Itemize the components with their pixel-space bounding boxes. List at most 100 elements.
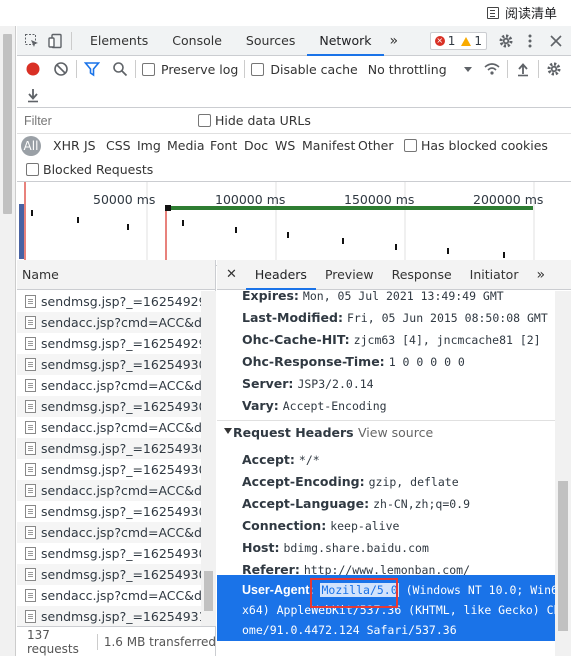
network-toolbar-row-2 <box>17 82 42 108</box>
tab-console[interactable]: Console <box>160 26 234 56</box>
request-name: sendmsg.jsp?_=16254930332( <box>41 441 201 456</box>
file-icon <box>25 463 36 476</box>
more-tabs-button[interactable]: » <box>384 26 405 56</box>
details-scrollbar[interactable] <box>555 291 571 656</box>
request-row[interactable]: sendmsg.jsp?_=16254930192( <box>17 396 201 417</box>
user-agent-line-3: ome/91.0.4472.124 Safari/537.36 <box>242 623 457 637</box>
request-row[interactable]: sendacc.jsp?cmd=ACC&did=( <box>17 522 201 543</box>
filter-row: Hide data URLs <box>17 108 571 134</box>
close-details-icon[interactable]: ✕ <box>217 260 246 290</box>
transferred-size: 1.6 MB transferred <box>103 634 216 649</box>
search-icon[interactable] <box>111 60 129 78</box>
clear-icon[interactable] <box>52 60 70 78</box>
page-scrollbar[interactable] <box>0 26 16 656</box>
filter-input[interactable] <box>21 111 184 131</box>
overview-tick-50000: 50000 ms <box>93 192 156 207</box>
response-header-row: Ohc-Cache-HIT: zjcm63 [4], jncmcache81 [2… <box>242 332 541 347</box>
details-tab-bar: ✕ Headers Preview Response Initiator » <box>217 260 571 290</box>
record-icon[interactable] <box>24 60 42 78</box>
response-header-row: Ohc-Response-Time: 1 0 0 0 0 0 <box>242 354 465 369</box>
issues-counter[interactable]: × 1 1 <box>429 32 487 50</box>
more-options-icon[interactable] <box>521 32 539 50</box>
error-count: 1 <box>447 34 456 48</box>
request-row[interactable]: sendacc.jsp?cmd=ACC&did=( <box>17 585 201 606</box>
request-row[interactable]: sendmsg.jsp?_=16254930052( <box>17 354 201 375</box>
view-source-link[interactable]: View source <box>358 425 433 440</box>
request-row[interactable]: sendmsg.jsp?_=16254931032( <box>17 606 201 626</box>
network-settings-gear-icon[interactable] <box>545 60 563 78</box>
request-name: sendacc.jsp?cmd=ACC&did=( <box>41 525 201 540</box>
request-row[interactable]: sendacc.jsp?cmd=ACC&did=( <box>17 480 201 501</box>
filter-type-manifest[interactable]: Manifest <box>302 138 355 153</box>
name-column-header[interactable]: Name <box>17 260 215 290</box>
tab-initiator[interactable]: Initiator <box>461 260 528 290</box>
throttling-select[interactable]: No throttling <box>368 62 447 77</box>
filter-type-doc[interactable]: Doc <box>244 138 268 153</box>
more-detail-tabs-button[interactable]: » <box>527 260 554 290</box>
overview-tick-100000: 100000 ms <box>215 192 286 207</box>
request-row[interactable]: sendmsg.jsp?_=16254929924( <box>17 333 201 354</box>
request-name: sendmsg.jsp?_=16254931032( <box>41 609 201 624</box>
request-name: sendmsg.jsp?_=16254930052( <box>41 357 201 372</box>
filter-type-ws[interactable]: WS <box>275 138 295 153</box>
response-header-row: Last-Modified: Fri, 05 Jun 2015 08:50:08 … <box>242 310 548 325</box>
request-name: sendacc.jsp?cmd=ACC&did=( <box>41 420 201 435</box>
overview-tick-150000: 150000 ms <box>344 192 415 207</box>
filter-type-css[interactable]: CSS <box>106 138 131 153</box>
export-har-icon[interactable] <box>24 86 42 104</box>
tab-preview[interactable]: Preview <box>316 260 383 290</box>
request-headers-section-header[interactable]: Request Headers View source <box>217 420 555 444</box>
warning-icon <box>461 36 472 46</box>
request-row[interactable]: sendmsg.jsp?_=16254930612( <box>17 501 201 522</box>
tab-elements[interactable]: Elements <box>78 26 160 56</box>
network-conditions-icon[interactable] <box>483 60 501 78</box>
tab-network[interactable]: Network <box>307 26 384 56</box>
toolbar-separator <box>76 60 77 78</box>
file-icon <box>25 526 36 539</box>
tab-headers[interactable]: Headers <box>245 260 316 290</box>
resource-type-filters: All XHR JS CSS Img Media Font Doc WS Man… <box>17 134 571 158</box>
request-row[interactable]: sendacc.jsp?cmd=ACC&did=( <box>17 312 201 333</box>
browser-top-strip: 阅读清单 <box>0 0 571 26</box>
request-row[interactable]: sendacc.jsp?cmd=ACC&did=( <box>17 375 201 396</box>
request-row[interactable]: sendmsg.jsp?_=16254930472( <box>17 459 201 480</box>
dropdown-arrow-icon[interactable] <box>459 60 477 78</box>
filter-type-img[interactable]: Img <box>137 138 161 153</box>
has-blocked-cookies-checkbox[interactable] <box>404 139 417 152</box>
request-row[interactable]: sendmsg.jsp?_=16254930752( <box>17 543 201 564</box>
filter-type-xhr[interactable]: XHR <box>53 138 80 153</box>
filter-type-js[interactable]: JS <box>84 138 96 153</box>
filter-type-all[interactable]: All <box>21 136 41 156</box>
hide-data-urls-checkbox[interactable] <box>198 114 211 127</box>
close-devtools-icon[interactable] <box>547 32 565 50</box>
network-toolbar: Preserve log Disable cache No throttling <box>17 56 571 108</box>
network-overview[interactable]: 50000 ms 100000 ms 150000 ms 200000 ms <box>17 182 571 266</box>
details-scrollbar-thumb[interactable] <box>558 481 568 631</box>
filter-funnel-icon[interactable] <box>83 60 101 78</box>
preserve-log-checkbox[interactable] <box>142 62 155 76</box>
inspect-element-icon[interactable] <box>23 32 41 50</box>
filter-type-media[interactable]: Media <box>167 138 205 153</box>
request-row[interactable]: sendmsg.jsp?_=16254930332( <box>17 438 201 459</box>
request-row[interactable]: sendacc.jsp?cmd=ACC&did=( <box>17 417 201 438</box>
request-row[interactable]: sendmsg.jsp?_=16254929772( <box>17 291 201 312</box>
request-row[interactable]: sendmsg.jsp?_=16254930892( <box>17 564 201 585</box>
request-list-scrollbar[interactable] <box>201 291 216 626</box>
overview-tick-200000: 200000 ms <box>473 192 544 207</box>
blocked-requests-row: Blocked Requests <box>17 158 571 182</box>
import-har-icon[interactable] <box>514 60 532 78</box>
device-toolbar-icon[interactable] <box>47 32 65 50</box>
request-list-scrollbar-thumb[interactable] <box>204 571 213 611</box>
request-headers-title: Request Headers <box>233 425 354 440</box>
tab-sources[interactable]: Sources <box>234 26 307 56</box>
blocked-requests-checkbox[interactable] <box>26 163 39 176</box>
disable-cache-checkbox[interactable] <box>251 62 265 76</box>
filter-type-other[interactable]: Other <box>358 138 394 153</box>
filter-type-font[interactable]: Font <box>210 138 237 153</box>
settings-gear-icon[interactable] <box>497 32 515 50</box>
user-agent-line-1: User-Agent: Mozilla/5.0 (Windows NT 10.0… <box>242 583 555 597</box>
reading-list-button[interactable]: 阅读清单 <box>486 3 557 22</box>
page-scrollbar-thumb[interactable] <box>3 34 12 214</box>
tab-response[interactable]: Response <box>383 260 461 290</box>
request-name: sendmsg.jsp?_=16254929772( <box>41 294 201 309</box>
